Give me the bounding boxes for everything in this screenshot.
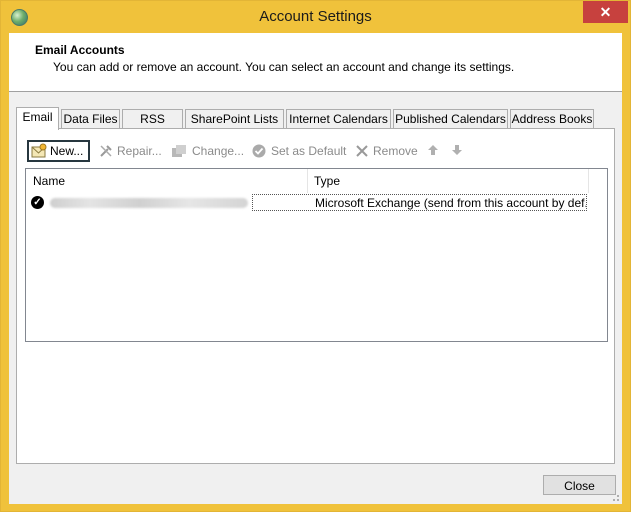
- email-tab-panel: New... Repair... Change... Set as Defaul…: [16, 128, 615, 464]
- move-up-icon: [428, 145, 438, 155]
- repair-icon: [100, 145, 112, 157]
- new-button-label: New...: [50, 144, 84, 158]
- close-icon[interactable]: ✕: [583, 1, 628, 23]
- column-divider: [588, 169, 589, 193]
- tab-email[interactable]: Email: [16, 107, 59, 130]
- remove-button-label: Remove: [373, 144, 418, 158]
- set-as-default-label: Set as Default: [271, 144, 347, 158]
- close-button[interactable]: Close: [543, 475, 616, 495]
- move-up-button[interactable]: [427, 141, 441, 161]
- default-check-icon: ✓: [31, 196, 44, 209]
- set-as-default-button[interactable]: Set as Default: [252, 141, 346, 161]
- account-type: Microsoft Exchange (send from this accou…: [252, 194, 587, 211]
- dialog-body: Email Accounts You can add or remove an …: [9, 33, 622, 504]
- header-title: Email Accounts: [35, 43, 125, 57]
- move-down-button[interactable]: [451, 141, 465, 161]
- repair-button[interactable]: Repair...: [99, 141, 162, 161]
- tab-data-files[interactable]: Data Files: [61, 109, 120, 128]
- account-settings-window: Account Settings ✕ Email Accounts You ca…: [0, 0, 631, 512]
- accounts-list: Name Type ✓ Microsoft Exchange (send fro…: [25, 168, 608, 342]
- change-button[interactable]: Change...: [172, 141, 244, 161]
- new-account-icon: [31, 143, 47, 158]
- tab-sharepoint-lists[interactable]: SharePoint Lists: [185, 109, 284, 128]
- header-description: You can add or remove an account. You ca…: [53, 60, 515, 74]
- tab-internet-calendars[interactable]: Internet Calendars: [286, 109, 391, 128]
- new-button[interactable]: New...: [27, 140, 90, 162]
- tab-address-books[interactable]: Address Books: [510, 109, 594, 128]
- change-button-label: Change...: [192, 144, 245, 158]
- column-header-type[interactable]: Type: [314, 169, 340, 193]
- change-icon: [172, 145, 186, 157]
- account-row[interactable]: ✓ Microsoft Exchange (send from this acc…: [26, 194, 607, 212]
- resize-grip-icon[interactable]: [610, 492, 620, 502]
- header-panel: Email Accounts You can add or remove an …: [9, 33, 622, 92]
- move-down-icon: [452, 145, 462, 155]
- remove-button[interactable]: Remove: [355, 141, 418, 161]
- column-header-name[interactable]: Name: [33, 169, 65, 193]
- repair-button-label: Repair...: [117, 144, 162, 158]
- window-title: Account Settings: [259, 8, 372, 25]
- column-divider: [307, 169, 308, 193]
- title-bar: Account Settings ✕: [1, 1, 630, 33]
- remove-icon: [356, 145, 368, 157]
- tab-rss-feeds[interactable]: RSS Feeds: [122, 109, 183, 145]
- set-default-icon: [252, 144, 266, 158]
- account-name-redacted: [50, 198, 248, 208]
- tab-published-calendars[interactable]: Published Calendars: [393, 109, 508, 128]
